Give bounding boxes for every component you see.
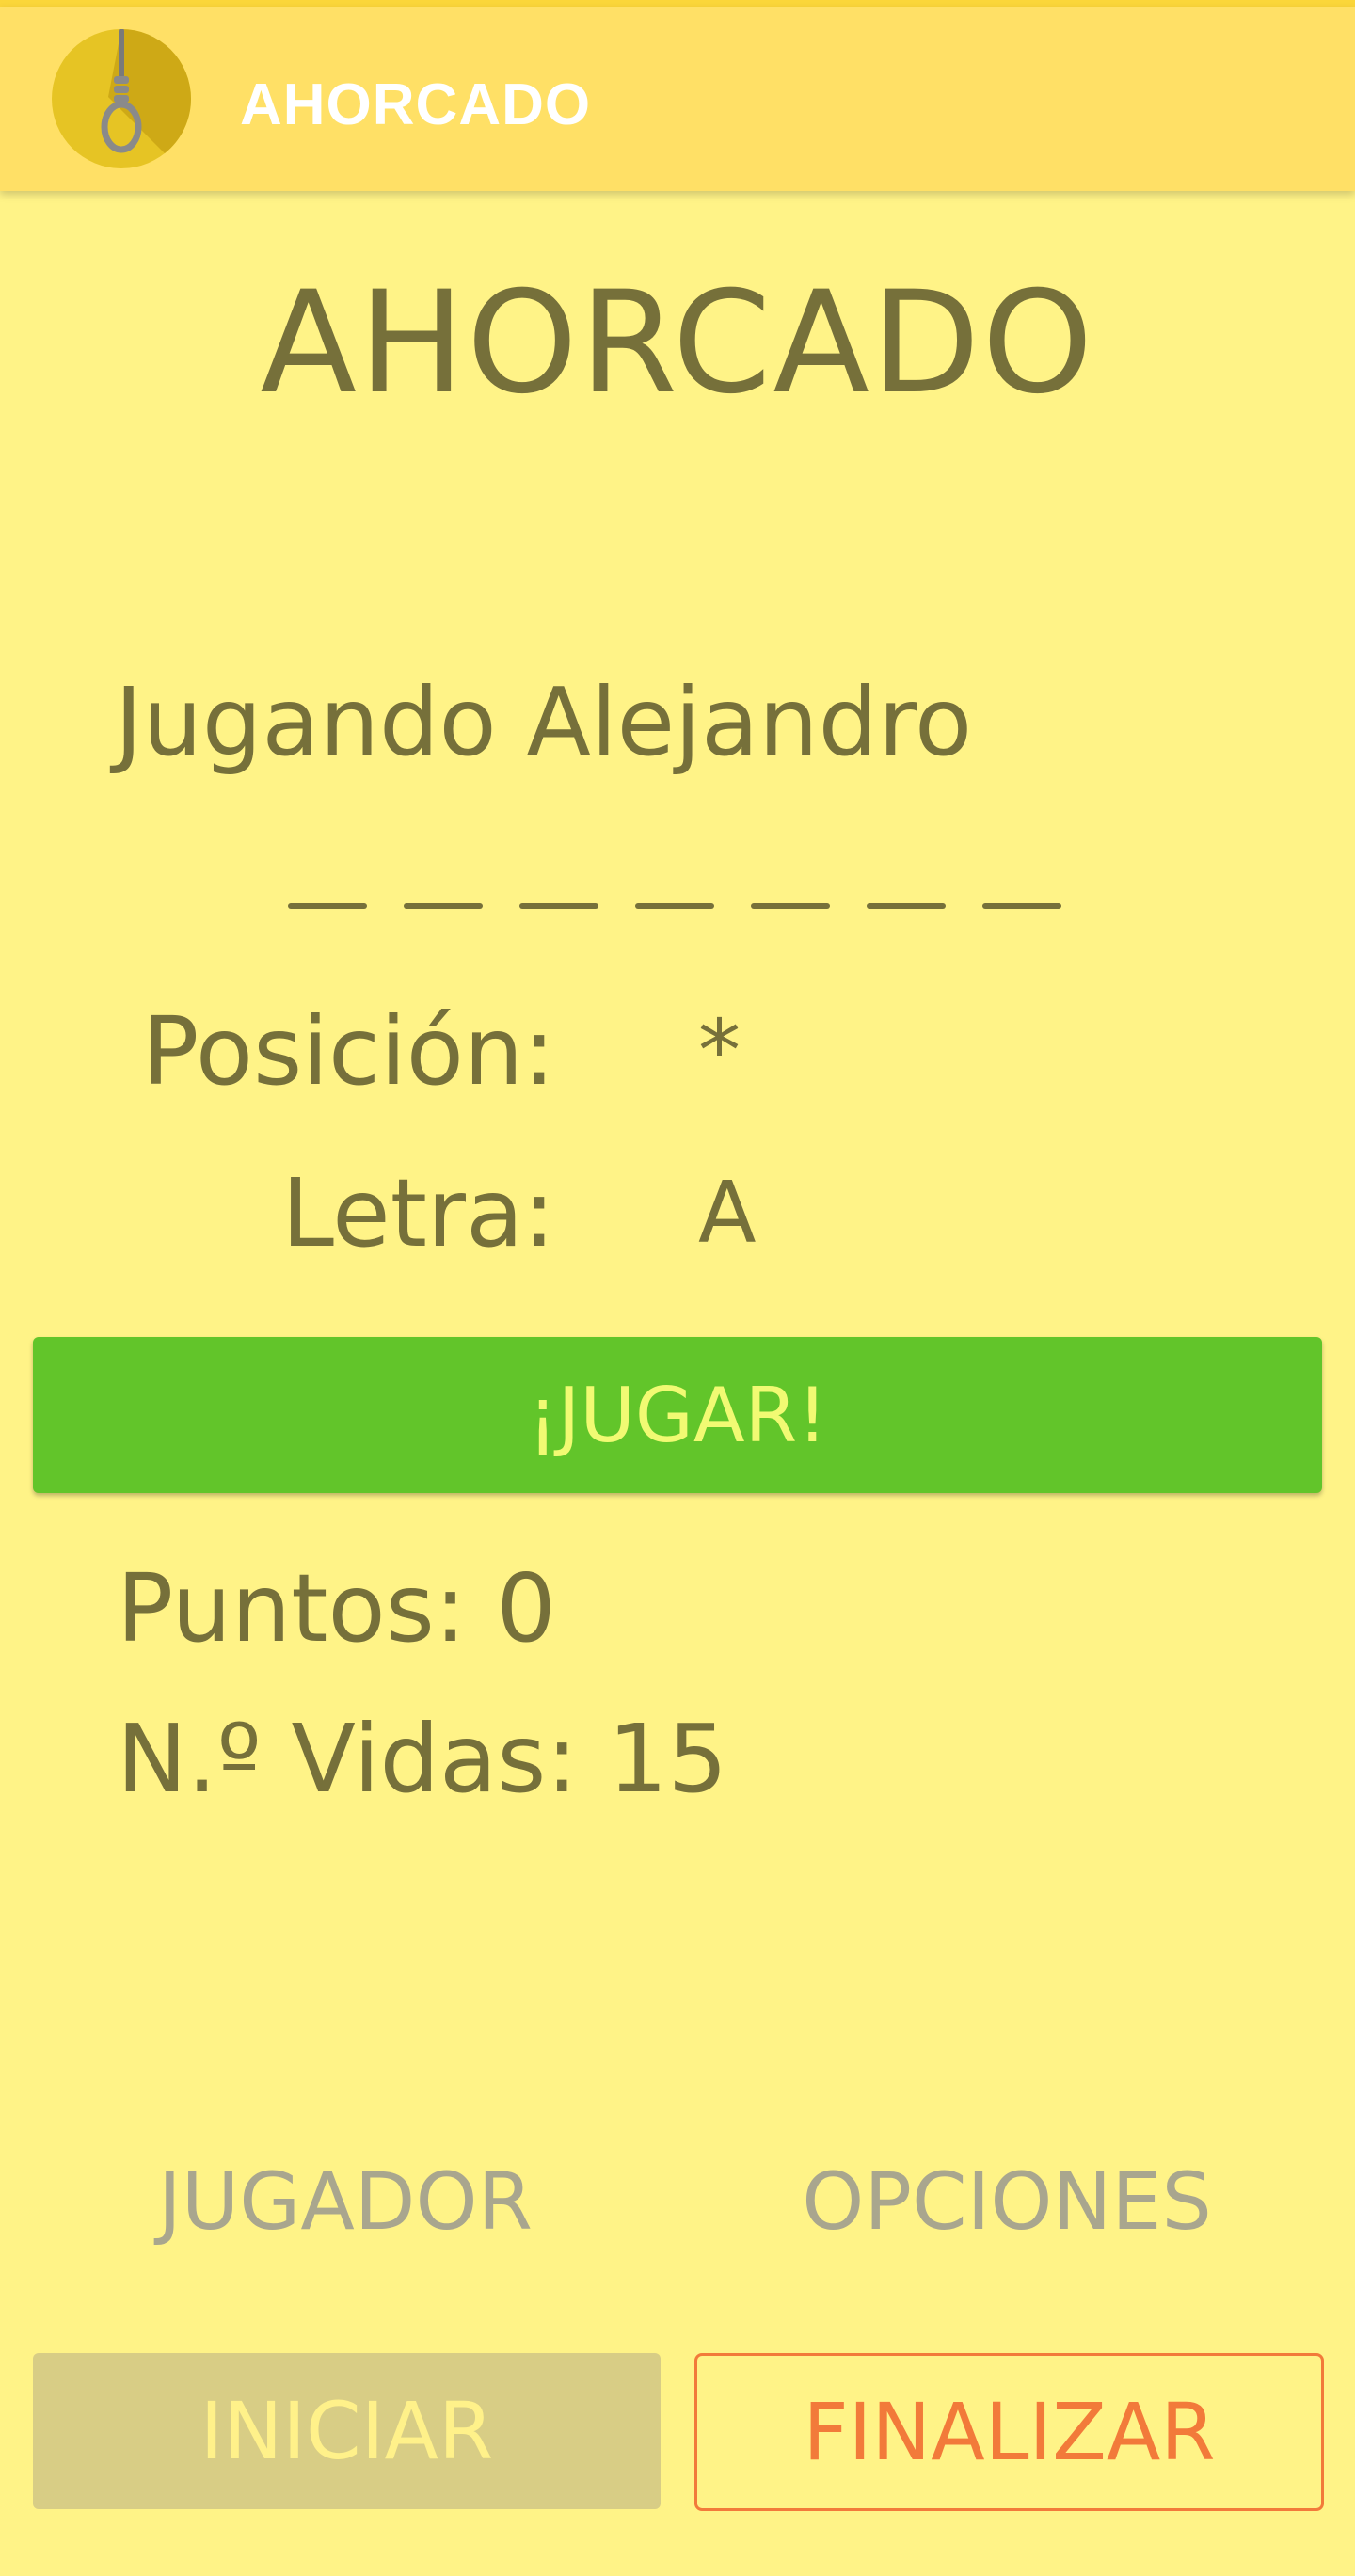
app-bar: AHORCADO (0, 7, 1355, 191)
position-label: Posición: (142, 996, 555, 1106)
letter-slot (519, 903, 598, 909)
word-slots (288, 884, 1098, 922)
letter-slot (635, 903, 714, 909)
letter-label: Letra: (281, 1158, 555, 1268)
player-label: Jugando Alejandro (115, 667, 973, 777)
options-button[interactable]: OPCIONES (678, 2145, 1336, 2258)
position-input[interactable]: * (698, 995, 741, 1108)
status-bar-strip (0, 0, 1355, 7)
player-button[interactable]: JUGADOR (16, 2145, 675, 2258)
game-title: AHORCADO (260, 262, 1095, 425)
app-bar-title: AHORCADO (240, 72, 592, 137)
play-button[interactable]: ¡JUGAR! (33, 1337, 1322, 1493)
letter-slot (751, 903, 830, 909)
letter-slot (867, 903, 946, 909)
letter-input[interactable]: A (698, 1157, 757, 1270)
letter-slot (404, 903, 483, 909)
lives-text: N.º Vidas: 15 (117, 1704, 728, 1814)
noose-icon (52, 28, 191, 168)
letter-slot (288, 903, 367, 909)
finish-button[interactable]: FINALIZAR (694, 2353, 1324, 2511)
start-button[interactable]: INICIAR (33, 2353, 661, 2509)
points-text: Puntos: 0 (117, 1553, 556, 1663)
letter-slot (982, 903, 1061, 909)
